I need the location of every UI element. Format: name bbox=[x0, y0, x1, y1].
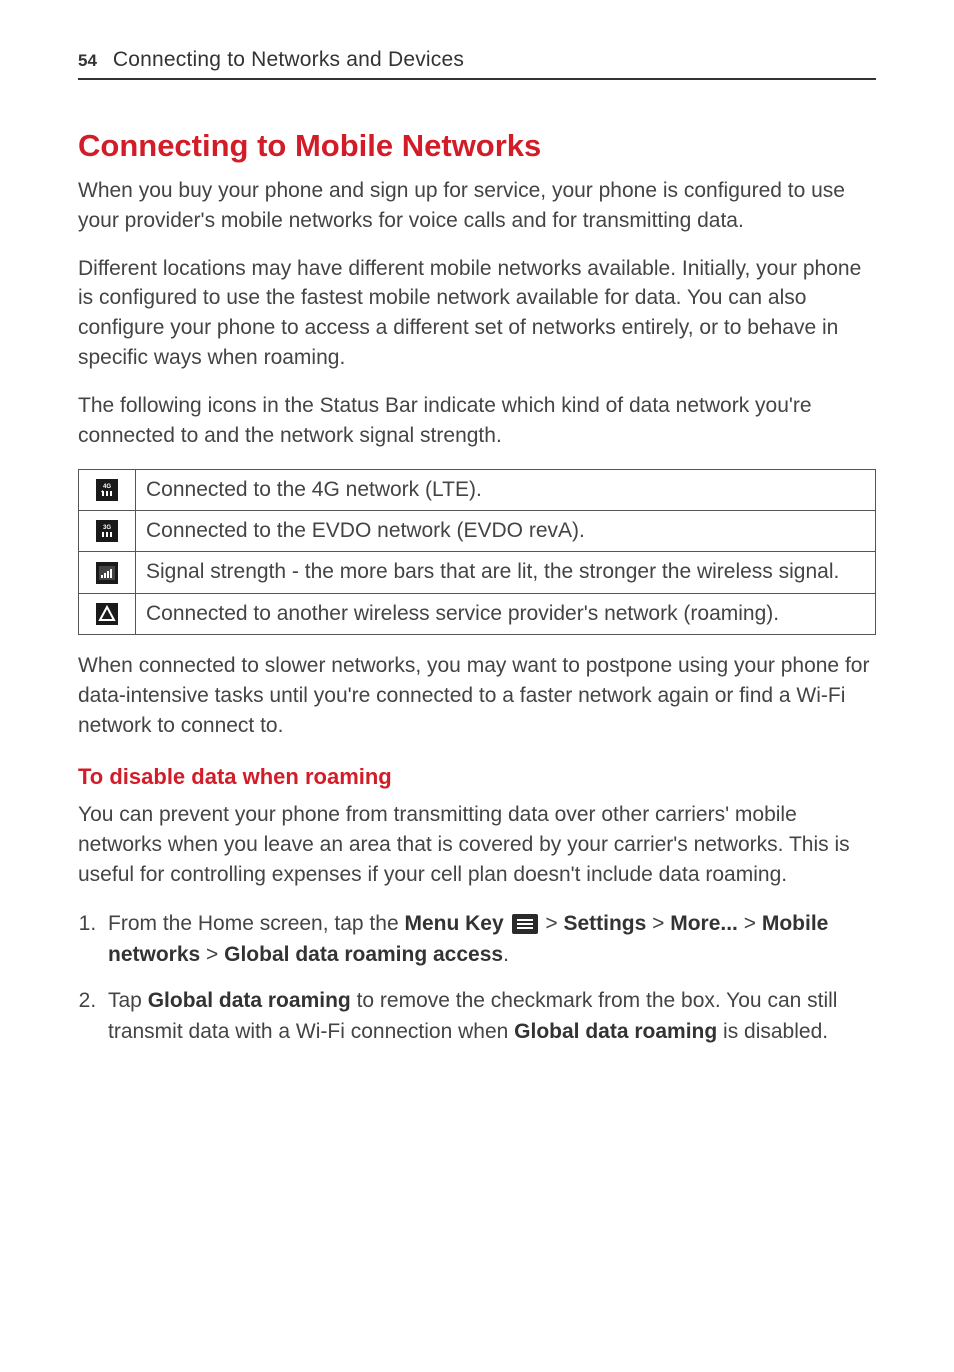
after-table-paragraph: When connected to slower networks, you m… bbox=[78, 651, 876, 740]
subsection-paragraph: You can prevent your phone from transmit… bbox=[78, 800, 876, 889]
step-item-2: Tap Global data roaming to remove the ch… bbox=[102, 985, 876, 1048]
roaming-icon bbox=[96, 603, 118, 625]
4g-lte-icon: 4G bbox=[96, 479, 118, 501]
step1-menu-key: Menu Key bbox=[404, 912, 503, 935]
signal-bars-icon bbox=[96, 562, 118, 584]
table-row: 4G Connected to the 4G network (LTE). bbox=[79, 469, 876, 510]
step2-gdr1: Global data roaming bbox=[148, 989, 351, 1012]
icon-desc: Connected to the 4G network (LTE). bbox=[136, 469, 876, 510]
page-number: 54 bbox=[78, 51, 97, 71]
icon-cell-4g: 4G bbox=[79, 469, 136, 510]
step1-period: . bbox=[503, 943, 509, 966]
icon-cell-roaming bbox=[79, 593, 136, 634]
icon-desc: Signal strength - the more bars that are… bbox=[136, 552, 876, 593]
svg-text:3G: 3G bbox=[103, 525, 111, 531]
chapter-title: Connecting to Networks and Devices bbox=[113, 48, 464, 72]
step1-global-access: Global data roaming access bbox=[224, 943, 503, 966]
intro-paragraph-2: Different locations may have different m… bbox=[78, 254, 876, 373]
step1-gt1: > bbox=[540, 912, 564, 935]
intro-paragraph-1: When you buy your phone and sign up for … bbox=[78, 176, 876, 236]
icon-cell-3g: 3G bbox=[79, 510, 136, 551]
step1-more: More... bbox=[670, 912, 738, 935]
table-row: Signal strength - the more bars that are… bbox=[79, 552, 876, 593]
table-row: 3G Connected to the EVDO network (EVDO r… bbox=[79, 510, 876, 551]
intro-paragraph-3: The following icons in the Status Bar in… bbox=[78, 391, 876, 451]
icon-desc: Connected to the EVDO network (EVDO revA… bbox=[136, 510, 876, 551]
icon-desc: Connected to another wireless service pr… bbox=[136, 593, 876, 634]
3g-evdo-icon: 3G bbox=[96, 520, 118, 542]
status-icon-table: 4G Connected to the 4G network (LTE). 3G bbox=[78, 469, 876, 635]
steps-list: From the Home screen, tap the Menu Key >… bbox=[78, 908, 876, 1048]
table-row: Connected to another wireless service pr… bbox=[79, 593, 876, 634]
menu-key-icon bbox=[512, 914, 538, 934]
step1-gt4: > bbox=[200, 943, 224, 966]
step2-prefix: Tap bbox=[108, 989, 148, 1012]
section-title: Connecting to Mobile Networks bbox=[78, 128, 876, 164]
subsection-heading: To disable data when roaming bbox=[78, 764, 876, 790]
step2-gdr2: Global data roaming bbox=[514, 1020, 717, 1043]
step-item-1: From the Home screen, tap the Menu Key >… bbox=[102, 908, 876, 971]
icon-cell-signal bbox=[79, 552, 136, 593]
step1-gt2: > bbox=[646, 912, 670, 935]
step1-settings: Settings bbox=[563, 912, 646, 935]
svg-text:4G: 4G bbox=[103, 484, 111, 490]
step1-gt3: > bbox=[738, 912, 762, 935]
step1-prefix: From the Home screen, tap the bbox=[108, 912, 404, 935]
header-rule: 54 Connecting to Networks and Devices bbox=[78, 48, 876, 80]
page-container: 54 Connecting to Networks and Devices Co… bbox=[0, 0, 954, 1122]
step2-suffix: is disabled. bbox=[717, 1020, 828, 1043]
